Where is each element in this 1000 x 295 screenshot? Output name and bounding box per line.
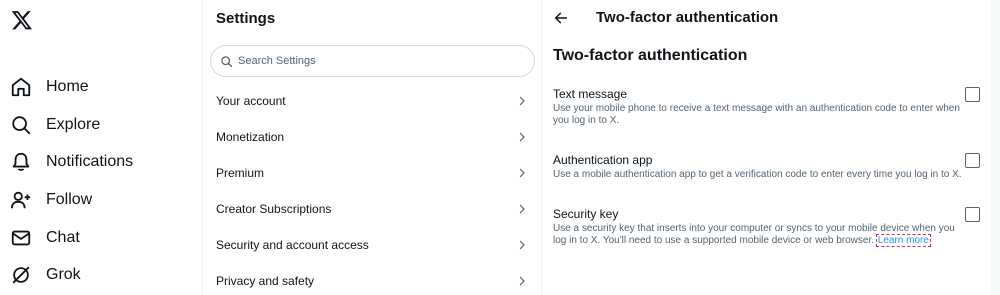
chevron-right-icon <box>519 96 525 106</box>
nav-label-chat: Chat <box>46 229 80 246</box>
chevron-right-icon <box>519 132 525 142</box>
nav-label-home: Home <box>46 78 89 95</box>
grok-icon <box>12 266 30 284</box>
menu-label: Your account <box>216 94 286 108</box>
nav-label-notifications: Notifications <box>46 153 134 170</box>
mail-icon <box>11 230 31 246</box>
nav-item-explore[interactable]: Explore <box>10 110 100 140</box>
chevron-right-icon <box>519 276 525 286</box>
authentication-app-checkbox[interactable] <box>965 153 980 168</box>
detail-panel: Two-factor authentication Two-factor aut… <box>543 0 991 295</box>
chevron-right-icon <box>519 240 525 250</box>
search-input[interactable] <box>238 55 518 67</box>
menu-label: Premium <box>216 166 265 180</box>
text-message-checkbox[interactable] <box>965 87 980 102</box>
menu-item-security-access[interactable]: Security and account access <box>204 227 542 263</box>
option-title: Authentication app <box>553 153 653 167</box>
option-description: Use a mobile authentication app to get a… <box>553 169 962 180</box>
nav-label-follow: Follow <box>46 191 93 208</box>
x-logo-icon[interactable] <box>11 9 33 31</box>
menu-label: Security and account access <box>216 238 369 252</box>
settings-panel: Settings Your account Monetization Premi… <box>204 0 542 295</box>
nav-item-follow[interactable]: Follow <box>10 185 92 215</box>
scrollbar-track[interactable] <box>991 0 1000 295</box>
detail-header-title: Two-factor authentication <box>596 9 779 26</box>
menu-item-creator-subscriptions[interactable]: Creator Subscriptions <box>204 191 542 227</box>
learn-more-link[interactable]: Learn more <box>875 234 931 247</box>
settings-title: Settings <box>216 10 276 27</box>
nav-item-grok[interactable]: Grok <box>10 260 81 290</box>
primary-nav: Home Explore Notifications Follow Chat G… <box>0 0 203 295</box>
chevron-right-icon <box>519 204 525 214</box>
settings-search[interactable] <box>210 45 535 77</box>
security-key-checkbox[interactable] <box>965 207 980 222</box>
option-title: Text message <box>553 87 628 101</box>
follow-icon <box>10 191 31 209</box>
menu-item-monetization[interactable]: Monetization <box>204 119 542 155</box>
nav-item-chat[interactable]: Chat <box>10 223 80 253</box>
back-arrow-icon[interactable] <box>553 10 569 26</box>
nav-label-explore: Explore <box>46 116 101 133</box>
nav-item-notifications[interactable]: Notifications <box>10 147 133 177</box>
menu-item-privacy-safety[interactable]: Privacy and safety <box>204 263 542 295</box>
bell-icon <box>12 152 30 171</box>
option-description: Use a security key that inserts into you… <box>553 223 968 247</box>
menu-item-premium[interactable]: Premium <box>204 155 542 191</box>
menu-label: Privacy and safety <box>216 274 315 288</box>
nav-label-grok: Grok <box>46 266 81 283</box>
nav-item-home[interactable]: Home <box>10 72 89 102</box>
menu-item-your-account[interactable]: Your account <box>204 83 542 119</box>
menu-label: Creator Subscriptions <box>216 202 332 216</box>
option-title: Security key <box>553 207 619 221</box>
option-authentication-app: Authentication app Use a mobile authenti… <box>553 153 983 181</box>
section-title: Two-factor authentication <box>553 47 748 64</box>
search-icon <box>221 55 233 67</box>
option-text-message: Text message Use your mobile phone to re… <box>553 87 983 127</box>
home-icon <box>11 77 31 97</box>
chevron-right-icon <box>519 168 525 178</box>
option-security-key: Security key Use a security key that ins… <box>553 207 983 247</box>
search-icon <box>12 116 31 135</box>
menu-label: Monetization <box>216 130 285 144</box>
option-description: Use your mobile phone to receive a text … <box>553 103 960 126</box>
